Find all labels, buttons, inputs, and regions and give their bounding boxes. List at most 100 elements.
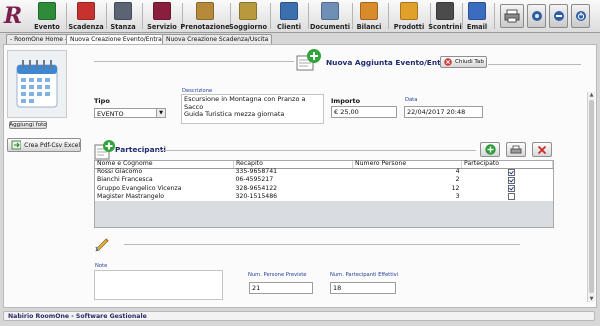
delete-participant-button[interactable]: [532, 142, 552, 157]
toolbar-button-clienti[interactable]: Clienti: [272, 1, 306, 31]
participant-name: Bianchi Francesca: [97, 176, 153, 184]
tab-home[interactable]: - RoomOne Home -: [6, 34, 72, 44]
edit-pencil-icon: [94, 237, 112, 253]
actual-participants-field[interactable]: 18: [330, 282, 396, 294]
delete-icon: [537, 145, 547, 154]
service-icon: [153, 2, 171, 20]
toolbar-separator: [388, 3, 389, 29]
toolbar-button-scadenza[interactable]: Scadenza: [68, 1, 104, 31]
calendar-icon: [16, 60, 58, 108]
stay-icon: [239, 2, 257, 20]
participant-name: Magister Mastrangelo: [97, 192, 165, 200]
export-pdf-csv-button[interactable]: Crea Pdf-Csv Excel: [7, 138, 81, 152]
divider: [488, 64, 581, 65]
power-icon: [575, 11, 586, 21]
participant-contact: 320-1515486: [235, 192, 278, 200]
notes-field[interactable]: [94, 270, 223, 300]
participant-attended: [462, 192, 553, 201]
toolbar-button-bilanci[interactable]: Bilanci: [352, 1, 386, 31]
participant-people: 12: [451, 184, 460, 192]
table-row[interactable]: Gruppo Evangelico Vicenza 328-9654122 12: [95, 185, 553, 193]
documents-icon: [321, 2, 339, 20]
toolbar-button-servizio[interactable]: Servizio: [144, 1, 180, 31]
description-field[interactable]: Escursione in Montagna con Pranzo a Sacc…: [181, 94, 324, 124]
date-label: Data: [405, 97, 418, 103]
date-field[interactable]: 22/04/2017 20:48: [404, 106, 483, 118]
divider: [124, 244, 520, 245]
column-contact[interactable]: Recapito: [233, 160, 353, 169]
participant-attended: [462, 184, 553, 193]
participant-contact: 328-9654122: [235, 184, 278, 192]
divider: [94, 61, 294, 62]
print-participants-button[interactable]: [506, 142, 526, 157]
description-line: Guida Turistica mezza giornata: [184, 110, 285, 119]
export-label: Crea Pdf-Csv Excel: [24, 141, 80, 149]
column-attended[interactable]: Partecipato: [461, 160, 553, 169]
attended-checkbox[interactable]: [507, 192, 515, 200]
add-participant-button[interactable]: [480, 142, 500, 157]
toolbar-button-email[interactable]: Email: [462, 1, 492, 31]
toolbar-separator: [494, 3, 495, 29]
room-icon: [114, 2, 132, 20]
status-bar: Nabirio RoomOne - Software Gestionale: [3, 311, 595, 321]
participant-attended: [462, 176, 553, 185]
toolbar-button-label: Evento: [34, 23, 60, 31]
column-name[interactable]: Nome e Cognome: [95, 160, 234, 169]
new-document-icon: [296, 48, 322, 72]
toolbar-button-label: Scadenza: [68, 23, 104, 31]
expected-people-field[interactable]: 21: [249, 282, 313, 294]
scroll-down-icon[interactable]: ▼: [588, 296, 595, 302]
tab-new-deadline[interactable]: Nuova Creazione Scadenza/Uscita: [162, 34, 273, 44]
amount-label: Importo: [331, 97, 361, 105]
column-people[interactable]: Numero Persone: [352, 160, 462, 169]
tab-bar: - RoomOne Home - Nuova Creazione Evento/…: [0, 33, 600, 44]
table-row[interactable]: Bianchi Francesca 06-4595217 2: [95, 177, 553, 185]
chevron-down-icon: ▼: [156, 109, 165, 117]
toolbar-button-documenti[interactable]: Documenti: [310, 1, 350, 31]
participant-people: 4: [455, 168, 460, 176]
participants-icon: [94, 139, 116, 161]
description-line: Escursione in Montagna con Pranzo a: [184, 95, 306, 103]
close-tab-button[interactable]: Chiudi Tab: [440, 56, 487, 68]
participant-contact: 335-9658741: [235, 168, 278, 176]
toolbar-button-stanza[interactable]: Stanza: [106, 1, 140, 31]
attended-checkbox[interactable]: [507, 184, 515, 192]
toolbar-button-evento[interactable]: Evento: [30, 1, 64, 31]
attended-checkbox[interactable]: [507, 176, 515, 184]
settings-icon: [531, 11, 542, 21]
event-flag-icon: [38, 2, 56, 20]
table-row[interactable]: Rossi Giacomo 335-9658741 4: [95, 168, 553, 177]
toolbar-button-label: Stanza: [110, 23, 136, 31]
participant-people: 2: [455, 176, 460, 184]
toolbar-button-scontrini[interactable]: Scontrini: [428, 1, 462, 31]
table-row[interactable]: Magister Mastrangelo 320-1515486 3: [95, 193, 553, 201]
toolbar-button-label: Prodotti: [393, 23, 425, 31]
toolbar-button-label: Soggiorno: [229, 23, 267, 31]
toolbar-button-prodotti[interactable]: Prodotti: [390, 1, 428, 31]
print-button[interactable]: [500, 4, 524, 28]
settings-button[interactable]: [527, 4, 546, 28]
event-photo: [7, 50, 67, 118]
type-select[interactable]: EVENTO ▼: [94, 108, 166, 118]
email-icon: [468, 2, 486, 20]
balance-icon: [360, 2, 378, 20]
scroll-thumb[interactable]: [589, 100, 594, 293]
printer-icon: [510, 145, 522, 153]
tab-new-event[interactable]: Nuova Creazione Evento/Entrata: [66, 34, 172, 44]
attended-checkbox[interactable]: [507, 168, 515, 176]
app-logo: R: [3, 3, 23, 29]
toolbar-button-soggiorno[interactable]: Soggiorno: [228, 1, 268, 31]
printer-icon: [504, 9, 520, 23]
toolbar-button-label: Clienti: [277, 23, 301, 31]
vertical-scrollbar[interactable]: ▲ ▼: [587, 92, 595, 302]
scroll-up-icon[interactable]: ▲: [588, 92, 595, 98]
add-icon: [484, 144, 496, 155]
toolbar-button-label: Email: [466, 23, 488, 31]
power-button[interactable]: [571, 4, 590, 28]
toolbar-button-label: Bilanci: [356, 23, 382, 31]
toolbar-button-prenotazione[interactable]: Prenotazione: [180, 1, 230, 31]
amount-field[interactable]: € 25,00: [331, 106, 397, 118]
divider: [158, 150, 476, 151]
add-photo-button[interactable]: Aggiungi foto: [9, 121, 47, 129]
minimize-button[interactable]: [549, 4, 568, 28]
